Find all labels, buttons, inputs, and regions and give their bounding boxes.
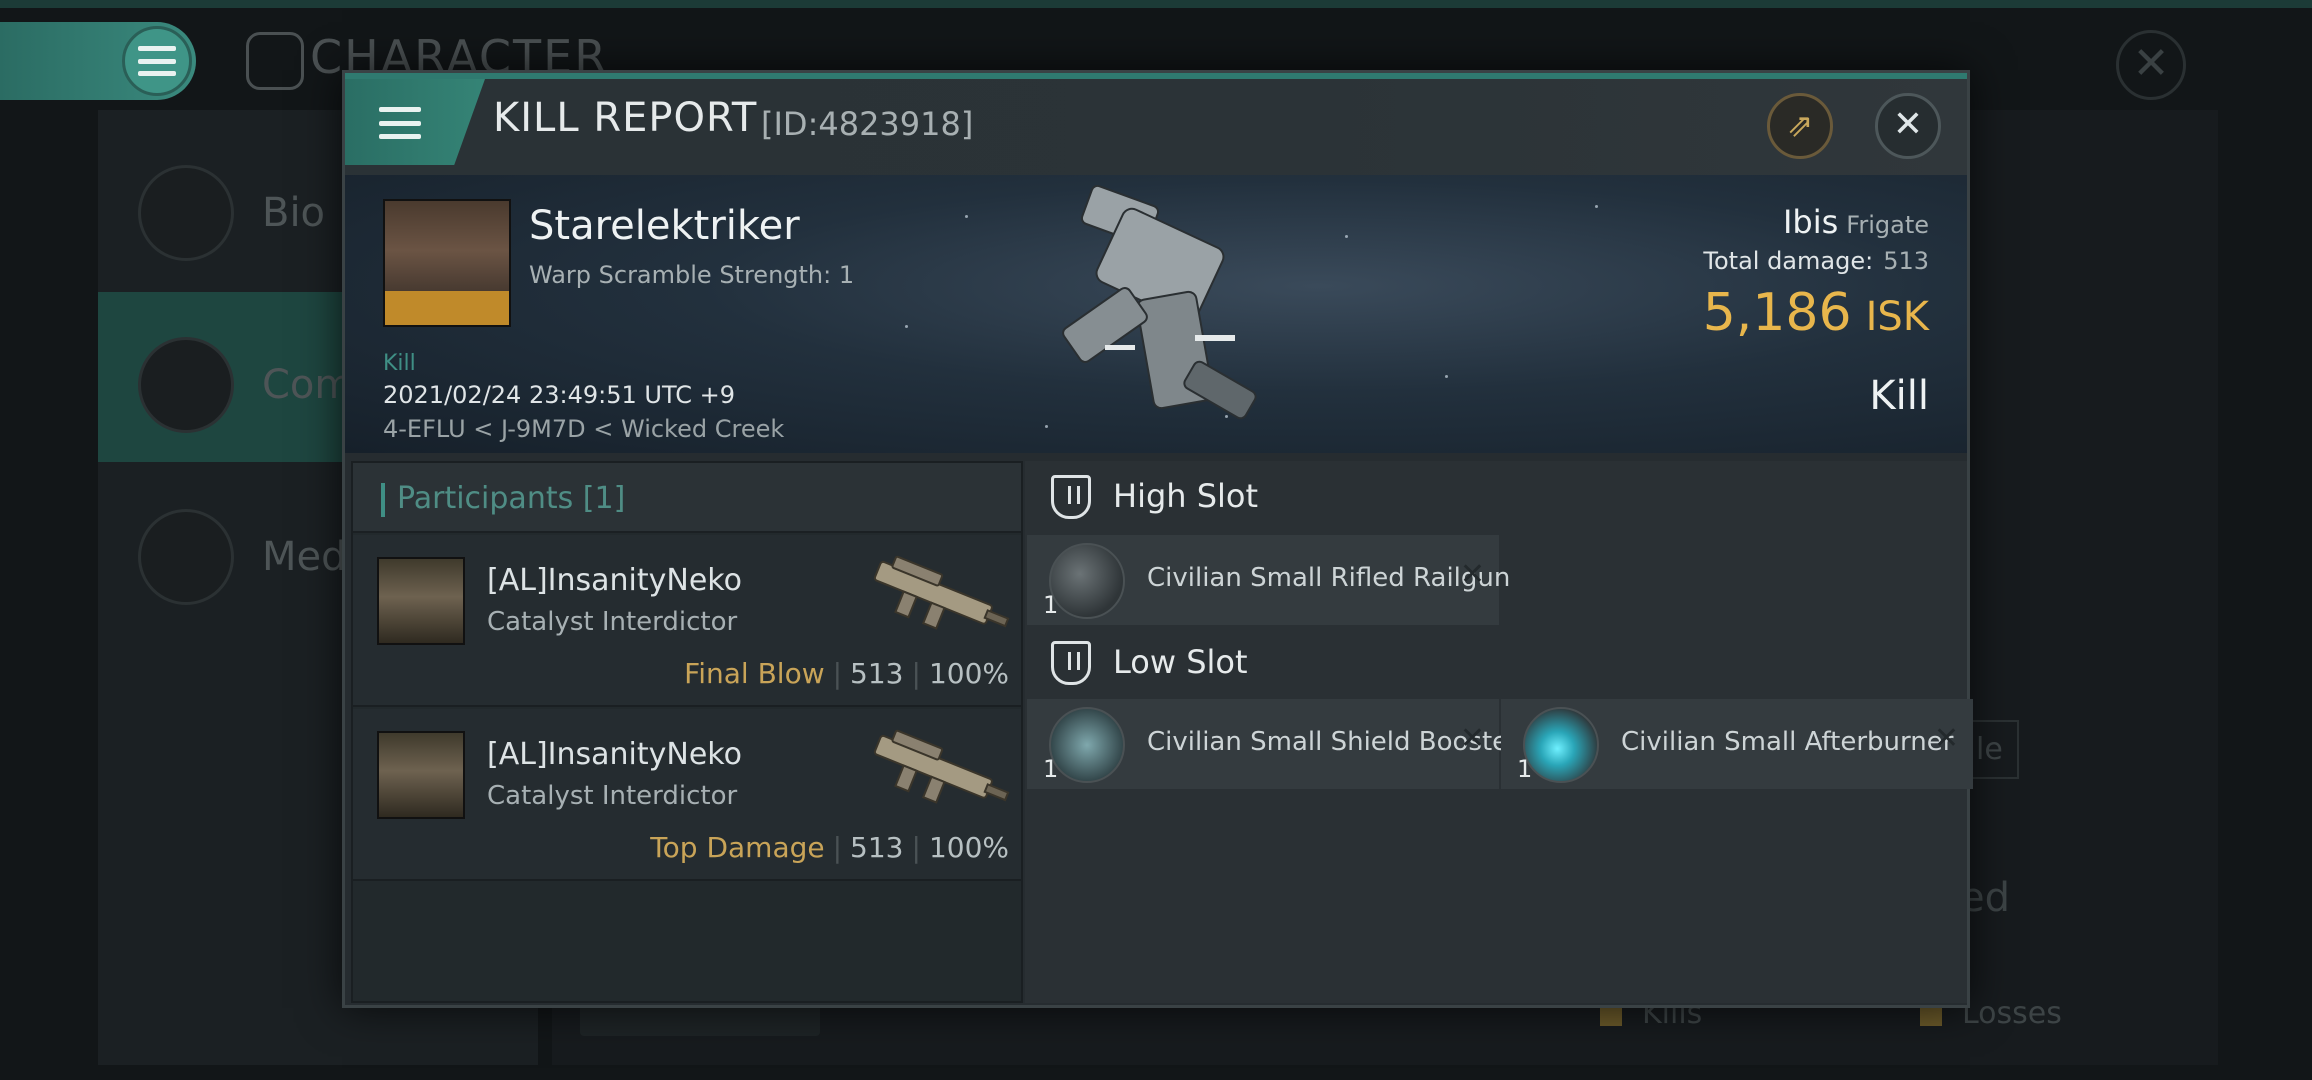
kill-location: 4-EFLU < J-9M7D < Wicked Creek bbox=[383, 415, 785, 443]
module-name: Civilian Small Afterburner bbox=[1621, 727, 1954, 757]
module-quantity: 1 bbox=[1043, 591, 1059, 619]
participant-row[interactable]: [AL]InsanityNeko Catalyst Interdictor Fi… bbox=[353, 535, 1021, 707]
participant-ship: Catalyst Interdictor bbox=[487, 607, 738, 637]
share-icon[interactable]: ⇗ bbox=[1767, 93, 1833, 159]
participant-damage: 513 bbox=[850, 657, 904, 690]
weapon-icon bbox=[873, 729, 1010, 804]
destroyed-mark-icon: ✕ bbox=[1459, 721, 1485, 756]
participant-percent: 100% bbox=[928, 831, 1009, 864]
afterburner-icon bbox=[1523, 707, 1599, 783]
participant-percent: 100% bbox=[928, 657, 1009, 690]
crossed-swords-icon bbox=[138, 337, 234, 433]
participant-name: [AL]InsanityNeko bbox=[487, 737, 742, 772]
dialog-title: KILL REPORT bbox=[493, 95, 758, 141]
module-quantity: 1 bbox=[1517, 755, 1533, 783]
participant-ship: Catalyst Interdictor bbox=[487, 781, 738, 811]
total-damage: Total damage: 513 bbox=[1703, 247, 1929, 275]
participant-avatar[interactable] bbox=[377, 731, 465, 819]
participant-row[interactable]: [AL]InsanityNeko Catalyst Interdictor To… bbox=[353, 709, 1021, 881]
kill-datetime: 2021/02/24 23:49:51 UTC +9 bbox=[383, 381, 735, 409]
participant-name: [AL]InsanityNeko bbox=[487, 563, 742, 598]
game-screen: CHARACTER ✕ Bio Com Meda le ed Kills Los… bbox=[0, 0, 2312, 1080]
module-shield-booster[interactable]: 1 Civilian Small Shield Booster ✕ bbox=[1027, 699, 1519, 789]
list-icon bbox=[138, 165, 234, 261]
destroyed-mark-icon: ✕ bbox=[1933, 721, 1959, 756]
isk-value: 5,186 ISK bbox=[1703, 283, 1929, 343]
close-icon[interactable]: ✕ bbox=[1875, 93, 1941, 159]
kill-summary-banner: Starelektriker Warp Scramble Strength: 1… bbox=[345, 175, 1967, 453]
module-afterburner[interactable]: 1 Civilian Small Afterburner ✕ bbox=[1501, 699, 1973, 789]
isk-unit: ISK bbox=[1865, 294, 1929, 340]
slot-title: Low Slot bbox=[1113, 643, 1248, 681]
participant-avatar[interactable] bbox=[377, 557, 465, 645]
destroyed-mark-icon: ✕ bbox=[1459, 557, 1485, 592]
low-slot-icon bbox=[1051, 641, 1091, 685]
participants-panel: Participants [1] [AL]InsanityNeko Cataly… bbox=[351, 461, 1023, 1003]
weapon-icon bbox=[873, 555, 1010, 630]
star-icon bbox=[138, 509, 234, 605]
ship-class: Frigate bbox=[1846, 211, 1929, 239]
shield-booster-icon bbox=[1049, 707, 1125, 783]
kill-report-id: [ID:4823918] bbox=[761, 105, 974, 143]
main-menu-button[interactable] bbox=[0, 22, 196, 100]
kill-report-dialog: KILL REPORT [ID:4823918] ⇗ ✕ Starelektri… bbox=[342, 70, 1973, 1008]
victim-name[interactable]: Starelektriker bbox=[529, 203, 800, 249]
isk-amount: 5,186 bbox=[1702, 283, 1852, 343]
ship-name[interactable]: Ibis Frigate bbox=[1783, 203, 1929, 241]
module-name: Civilian Small Rifled Railgun bbox=[1147, 563, 1511, 593]
victim-subtitle: Warp Scramble Strength: 1 bbox=[529, 261, 855, 289]
victim-portrait[interactable] bbox=[383, 199, 511, 327]
fitting-panel: High Slot 1 Civilian Small Rifled Railgu… bbox=[1025, 461, 1973, 1003]
top-status-line bbox=[0, 0, 2312, 8]
ship-type: Ibis bbox=[1782, 203, 1839, 241]
participant-role: Top Damage bbox=[650, 831, 825, 864]
close-icon[interactable]: ✕ bbox=[2116, 30, 2186, 100]
railgun-icon bbox=[1049, 543, 1125, 619]
sidebar-item-label: Com bbox=[262, 362, 354, 408]
high-slot-icon bbox=[1051, 475, 1091, 519]
low-slot-header: Low Slot bbox=[1025, 627, 1967, 697]
module-railgun[interactable]: 1 Civilian Small Rifled Railgun ✕ bbox=[1027, 535, 1510, 625]
sidebar-item-label: Bio bbox=[262, 190, 326, 236]
participant-stats: Final Blow | 513 | 100% bbox=[684, 657, 1009, 690]
report-type: Kill bbox=[1869, 373, 1929, 419]
participants-header: Participants [1] bbox=[353, 463, 1021, 533]
total-damage-label: Total damage: bbox=[1703, 247, 1874, 275]
ship-icon bbox=[1062, 185, 1257, 420]
participants-title: Participants [1] bbox=[397, 481, 626, 516]
hamburger-icon bbox=[379, 107, 421, 139]
slot-title: High Slot bbox=[1113, 477, 1259, 515]
participant-stats: Top Damage | 513 | 100% bbox=[650, 831, 1009, 864]
module-quantity: 1 bbox=[1043, 755, 1059, 783]
high-slot-header: High Slot bbox=[1025, 461, 1967, 531]
header-accent bbox=[381, 483, 385, 517]
hamburger-icon bbox=[138, 46, 176, 76]
character-icon bbox=[246, 32, 304, 90]
participant-damage: 513 bbox=[850, 831, 904, 864]
kill-tag: Kill bbox=[383, 351, 416, 376]
total-damage-value: 513 bbox=[1883, 247, 1929, 275]
participant-role: Final Blow bbox=[684, 657, 825, 690]
menu-icon-circle bbox=[122, 26, 192, 96]
